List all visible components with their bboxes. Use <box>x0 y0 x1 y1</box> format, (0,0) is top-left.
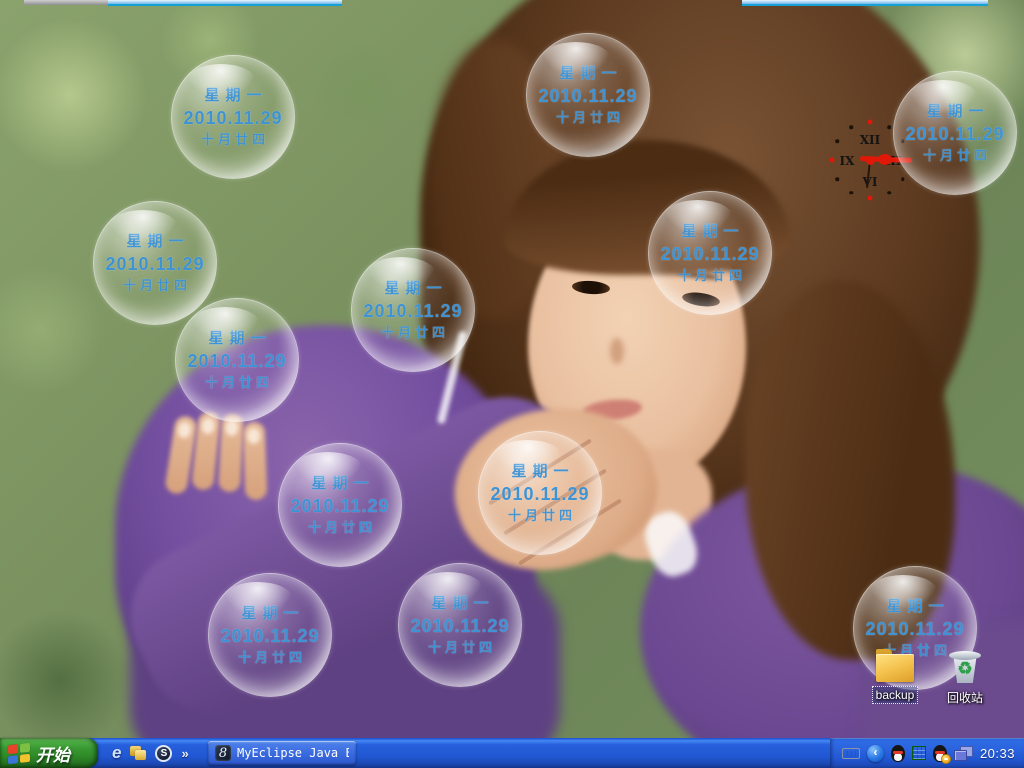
bubble-text-line2: 2010.11.29 <box>363 300 463 321</box>
bubble-text-line2: 2010.11.29 <box>865 618 965 639</box>
bubble-text-line1: 星期一 <box>384 279 448 297</box>
clock-hour-dot <box>849 125 853 129</box>
myeclipse-icon: 8 <box>215 745 231 761</box>
bubble-text-line3: 十月廿四 <box>237 649 306 665</box>
bubble-text-line1: 星期一 <box>431 594 495 612</box>
bubble-text-line2: 2010.11.29 <box>410 615 510 636</box>
date-bubble-widget[interactable]: 星期一 2010.11.29 十月廿四 <box>478 431 602 555</box>
date-bubble-widget[interactable]: 星期一 2010.11.29 十月廿四 <box>648 191 772 315</box>
clock-numeral-12: XII <box>859 133 881 147</box>
bubble-text-line3: 十月廿四 <box>507 507 576 523</box>
bubble-text-line2: 2010.11.29 <box>290 495 390 516</box>
quick-launch-bar: e S » <box>106 738 189 768</box>
clock-hour-dot <box>887 191 891 195</box>
bubble-text-line3: 十月廿四 <box>122 277 191 293</box>
taskbar-button-label: MyEclipse Java E... <box>237 746 349 760</box>
clock-hour-dot <box>887 125 891 129</box>
bubble-text-line1: 星期一 <box>559 64 623 82</box>
bubble-text-line2: 2010.11.29 <box>660 243 760 264</box>
gold-folders-icon[interactable] <box>130 746 147 760</box>
bubble-text-line3: 十月廿四 <box>204 374 273 390</box>
bubble-text-line2: 2010.11.29 <box>187 350 287 371</box>
clock-hour-dot <box>835 177 839 181</box>
offscreen-window-edge-blue-left[interactable] <box>108 0 342 6</box>
s-browser-icon[interactable]: S <box>155 744 173 762</box>
bubble-text-line1: 星期一 <box>208 329 272 347</box>
bubble-text-line1: 星期一 <box>241 604 305 622</box>
bubble-text-line3: 十月廿四 <box>677 267 746 283</box>
qq-messenger-icon[interactable] <box>890 744 905 762</box>
recycle-bin-icon: ♻ <box>947 648 983 684</box>
wallpaper-finger <box>242 421 268 501</box>
start-button[interactable]: 开始 <box>0 738 98 768</box>
wallpaper-nose <box>610 338 624 364</box>
date-bubble-widget[interactable]: 星期一 2010.11.29 十月廿四 <box>278 443 402 567</box>
desktop-icon-label: backup <box>871 686 919 704</box>
bubble-text-line1: 星期一 <box>311 474 375 492</box>
bubble-text-line2: 2010.11.29 <box>105 253 205 274</box>
folder-icon <box>876 649 914 682</box>
green-grid-tray-icon[interactable] <box>911 746 926 760</box>
windows-logo-icon <box>8 742 30 764</box>
input-method-keyboard-icon[interactable] <box>841 747 860 759</box>
bubble-text-line2: 2010.11.29 <box>183 107 283 128</box>
desktop: XII III VI IX 星期一2010.11.29十月廿四星期一2010.1… <box>0 0 1024 768</box>
desktop-icon-label: 回收站 <box>946 691 983 705</box>
bubble-text-line1: 星期一 <box>204 86 268 104</box>
system-tray: ‹ 20:33 <box>829 738 1024 768</box>
date-bubble-widget[interactable]: 星期一 2010.11.29 十月廿四 <box>351 248 475 372</box>
bubble-text-line2: 2010.11.29 <box>220 625 320 646</box>
bubble-text-line1: 星期一 <box>926 102 990 120</box>
bubble-text-line3: 十月廿四 <box>200 131 269 147</box>
taskbar-button-myeclipse[interactable]: 8 MyEclipse Java E... <box>208 741 356 765</box>
clock-center-pin <box>866 156 875 165</box>
network-monitors-icon[interactable] <box>953 745 973 761</box>
bubble-text-line3: 十月廿四 <box>380 324 449 340</box>
date-bubble-widget[interactable]: 星期一 2010.11.29 十月廿四 <box>398 563 522 687</box>
wallpaper-finger <box>217 413 245 493</box>
clock-numeral-6: VI <box>862 175 878 189</box>
recycle-symbol-icon: ♻ <box>957 659 973 678</box>
bubble-text-line2: 2010.11.29 <box>538 85 638 106</box>
bubble-text-line3: 十月廿四 <box>307 519 376 535</box>
qq-away-badge <box>940 753 951 764</box>
date-bubble-widget[interactable]: 星期一 2010.11.29 十月廿四 <box>175 298 299 422</box>
quick-launch-overflow-chevron[interactable]: » <box>181 746 188 761</box>
tray-collapse-chevron-icon[interactable]: ‹ <box>866 744 884 762</box>
date-bubble-widget[interactable]: 星期一 2010.11.29 十月廿四 <box>171 55 295 179</box>
desktop-icon-backup[interactable]: backup <box>860 648 930 704</box>
bubble-text-line1: 星期一 <box>886 597 950 615</box>
clock-quarter-dot <box>867 195 873 201</box>
date-bubble-widget[interactable]: 星期一 2010.11.29 十月廿四 <box>526 33 650 157</box>
bubble-text-line1: 星期一 <box>681 222 745 240</box>
bubble-text-line2: 2010.11.29 <box>905 123 1005 144</box>
qq-messenger-away-icon[interactable] <box>932 744 951 764</box>
internet-explorer-icon[interactable]: e <box>112 743 121 763</box>
date-bubble-widget[interactable]: 星期一 2010.11.29 十月廿四 <box>208 573 332 697</box>
bubble-text-line3: 十月廿四 <box>555 109 624 125</box>
bubble-text-line2: 2010.11.29 <box>490 483 590 504</box>
offscreen-window-edge-blue-right[interactable] <box>742 0 988 6</box>
clock-hour-dot <box>835 139 839 143</box>
clock-hour-dot <box>849 191 853 195</box>
clock-quarter-dot <box>867 119 873 125</box>
offscreen-window-edge-gray[interactable] <box>24 0 108 5</box>
clock-quarter-dot <box>829 157 835 163</box>
bubble-text-line1: 星期一 <box>126 232 190 250</box>
taskbar: 开始 e S » 8 MyEclipse Java E... ‹ 20:33 <box>0 738 1024 768</box>
tray-clock[interactable]: 20:33 <box>980 746 1015 761</box>
date-bubble-widget[interactable]: 星期一 2010.11.29 十月廿四 <box>93 201 217 325</box>
date-bubble-widget[interactable]: 星期一 2010.11.29 十月廿四 <box>893 71 1017 195</box>
desktop-icon-recycle-bin[interactable]: ♻ 回收站 <box>930 648 1000 707</box>
bubble-text-line3: 十月廿四 <box>922 147 991 163</box>
start-button-label: 开始 <box>36 745 70 765</box>
clock-numeral-9: IX <box>839 154 855 168</box>
bubble-text-line1: 星期一 <box>511 462 575 480</box>
clock-hour-dot <box>901 177 905 181</box>
bubble-text-line3: 十月廿四 <box>427 639 496 655</box>
